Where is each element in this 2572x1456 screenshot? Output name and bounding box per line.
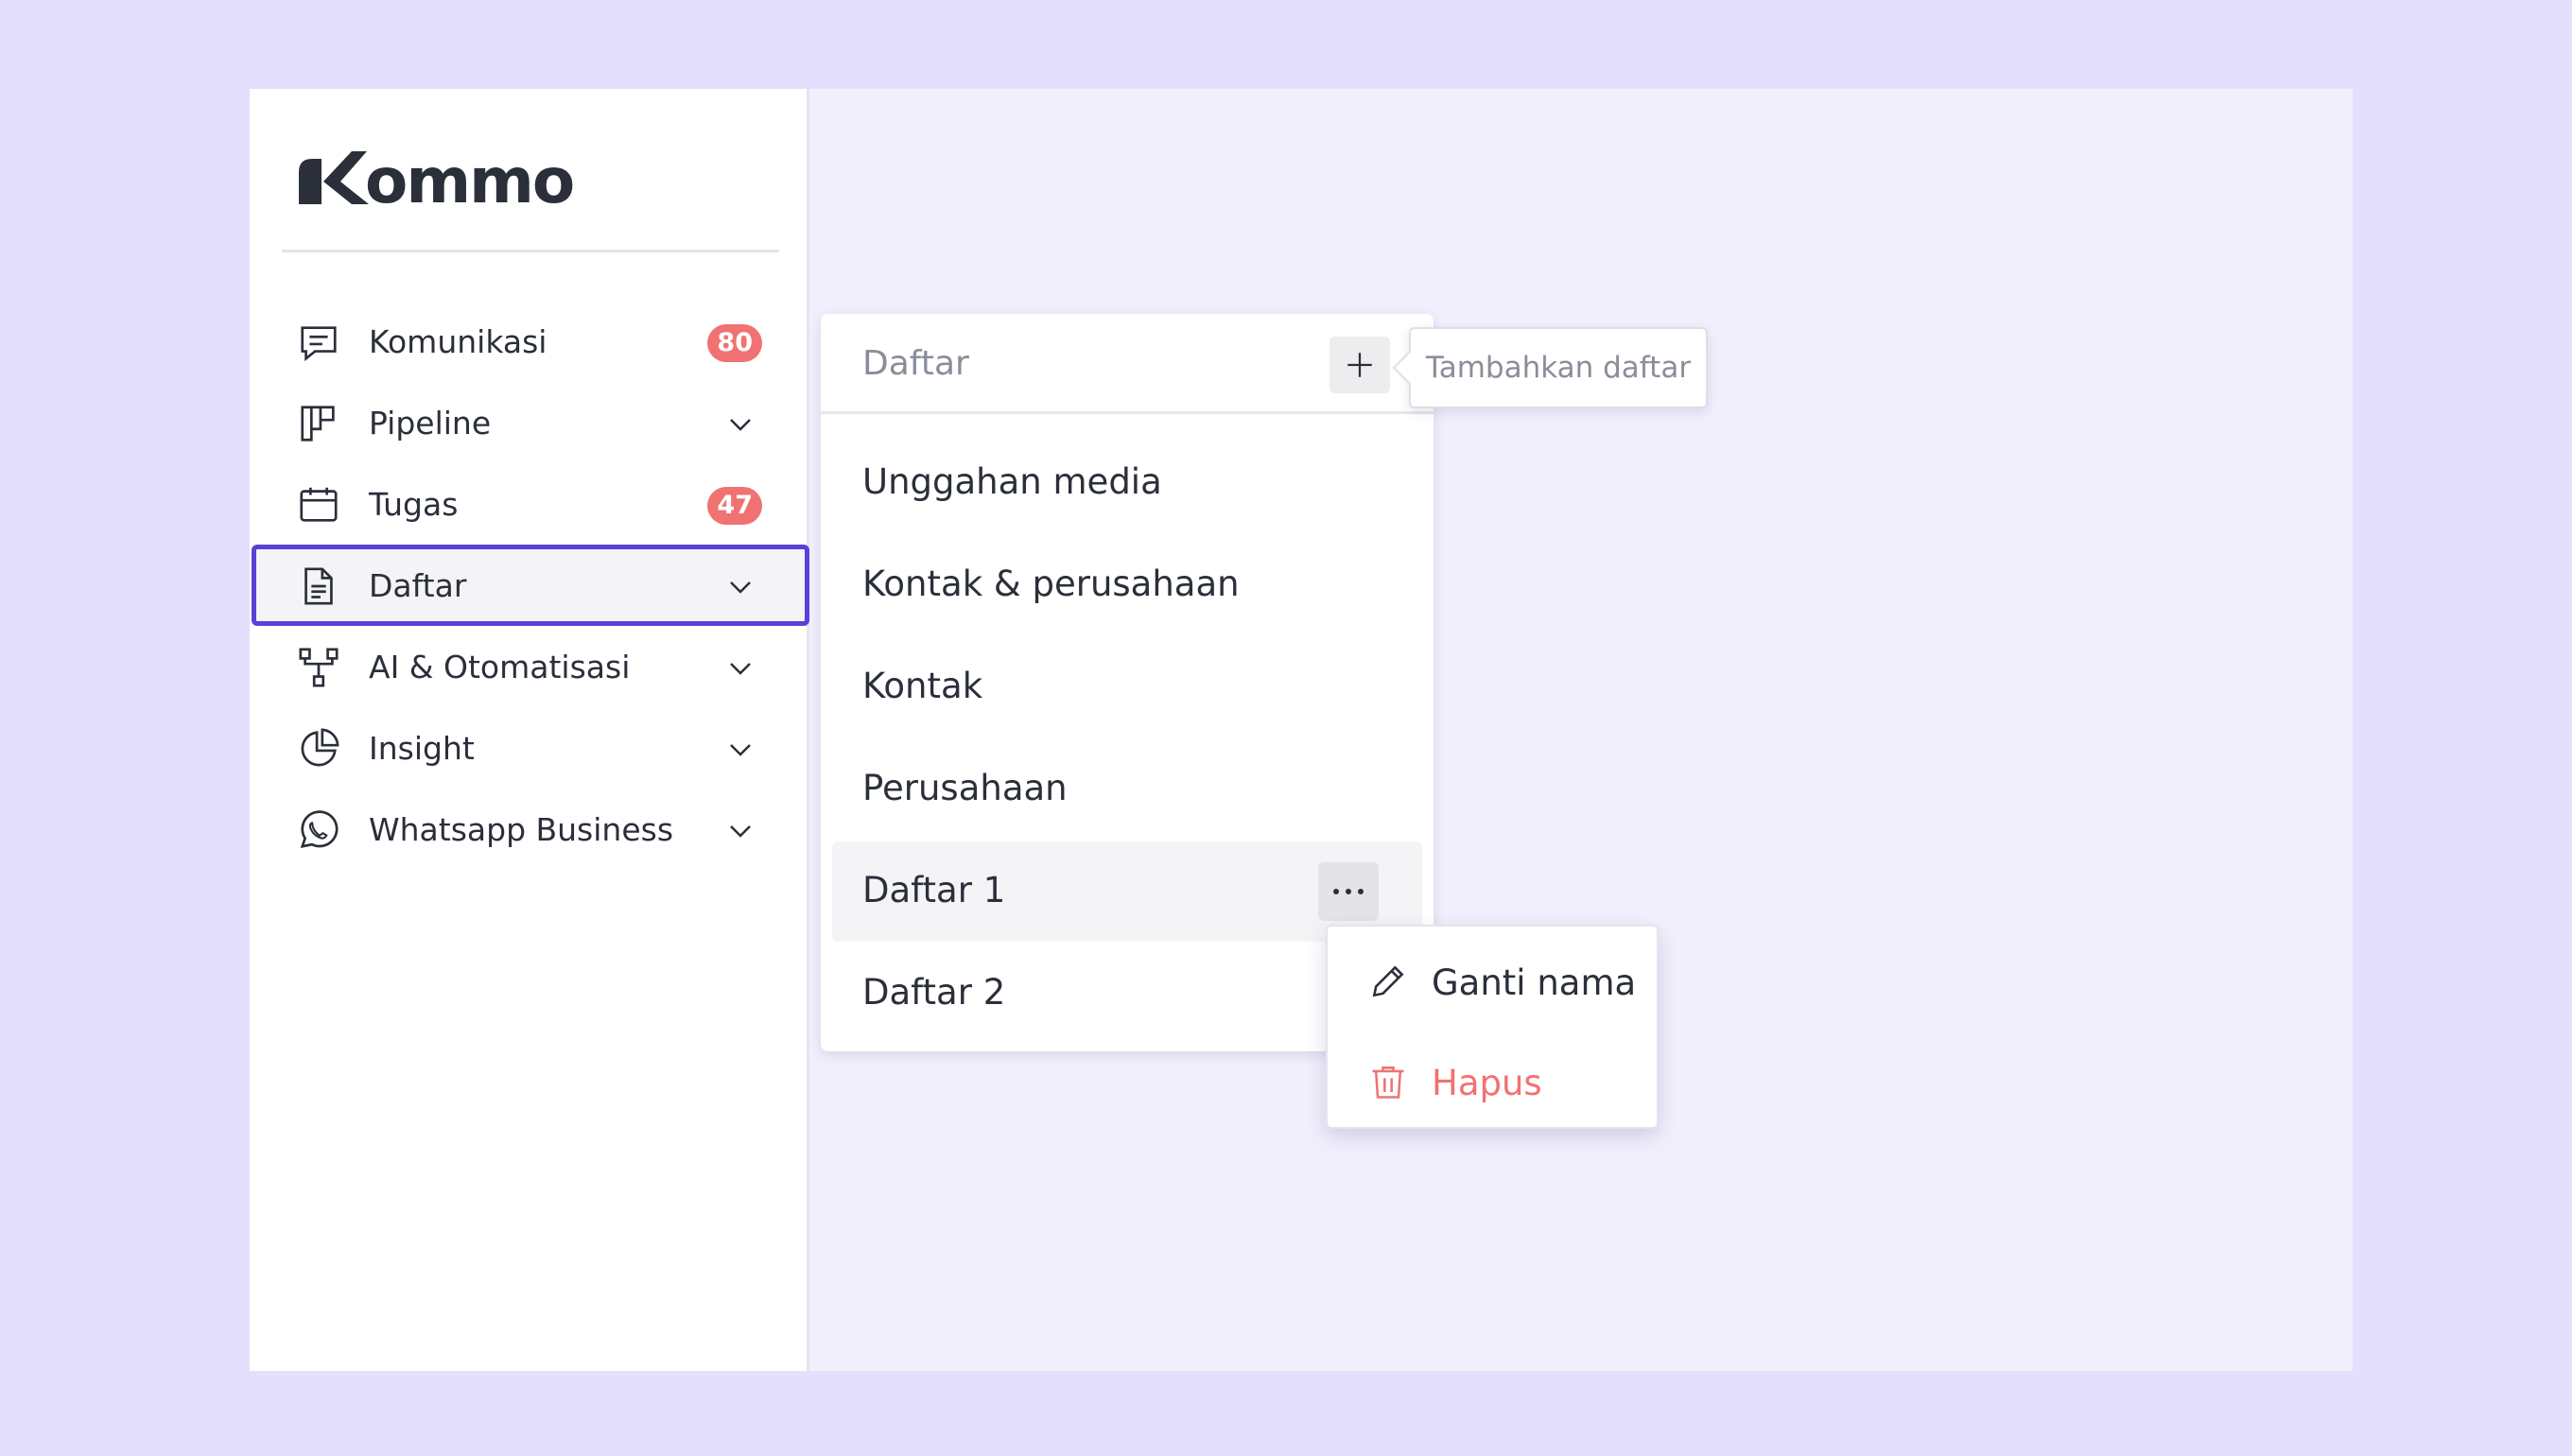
list-item-label: Kontak (862, 666, 983, 706)
delete-menu-item[interactable]: Hapus (1328, 1034, 1660, 1129)
sidebar-nav: Komunikasi 80 Pipeline Tugas 47 Daftar A… (250, 301, 809, 870)
sidebar-item-label: AI & Otomatisasi (369, 648, 631, 685)
sidebar-item-komunikasi[interactable]: Komunikasi 80 (250, 301, 809, 382)
sidebar-item-label: Whatsapp Business (369, 810, 674, 848)
list-item[interactable]: Perusahaan (832, 739, 1422, 840)
list-item-label: Perusahaan (862, 768, 1068, 808)
sidebar-item-insight[interactable]: Insight (250, 707, 809, 789)
unread-count-badge: 80 (707, 324, 762, 362)
pencil-icon (1372, 965, 1404, 997)
sidebar-item-pipeline[interactable]: Pipeline (250, 382, 809, 463)
task-count-badge: 47 (707, 487, 762, 525)
more-options-button[interactable] (1318, 862, 1379, 921)
document-icon (297, 564, 340, 608)
chevron-down-icon[interactable] (726, 736, 755, 764)
list-item[interactable]: Unggahan media (832, 433, 1422, 533)
workflow-icon (297, 646, 340, 689)
calendar-icon (297, 483, 340, 527)
sidebar-item-label: Pipeline (369, 404, 492, 442)
sidebar-item-ai-otomatisasi[interactable]: AI & Otomatisasi (250, 626, 809, 707)
pie-chart-icon (297, 727, 340, 771)
chevron-down-icon[interactable] (726, 573, 755, 601)
list-item-label: Daftar 2 (862, 972, 1006, 1013)
plus-icon (1347, 353, 1372, 377)
rename-label: Ganti nama (1432, 962, 1637, 1003)
chat-icon (297, 321, 340, 364)
chevron-down-icon[interactable] (726, 654, 755, 683)
whatsapp-icon (297, 808, 340, 852)
logo-text: ommo (365, 145, 573, 214)
sidebar-item-label: Insight (369, 729, 475, 767)
tooltip-text: Tambahkan daftar (1425, 351, 1692, 385)
add-list-button[interactable] (1329, 337, 1390, 393)
logo-divider (282, 250, 779, 252)
more-dots-icon (1333, 889, 1364, 894)
list-context-menu: Ganti nama Hapus (1326, 925, 1659, 1129)
pipeline-icon (297, 402, 340, 445)
app-frame: ommo Komunikasi 80 Pipeline Tugas 47 Daf… (250, 89, 2353, 1371)
list-item-label: Daftar 1 (862, 870, 1006, 910)
lists-panel-header: Daftar (821, 314, 1434, 414)
sidebar-item-tugas[interactable]: Tugas 47 (250, 463, 809, 545)
trash-icon (1372, 1066, 1404, 1099)
chevron-down-icon[interactable] (726, 817, 755, 845)
sidebar: ommo Komunikasi 80 Pipeline Tugas 47 Daf… (250, 89, 809, 1371)
sidebar-item-whatsapp-business[interactable]: Whatsapp Business (250, 789, 809, 870)
sidebar-item-label: Tugas (369, 485, 459, 523)
list-item-label: Kontak & perusahaan (862, 563, 1240, 604)
list-item-label: Unggahan media (862, 461, 1162, 502)
add-list-tooltip: Tambahkan daftar (1409, 327, 1708, 408)
sidebar-item-label: Komunikasi (369, 322, 547, 360)
kommo-logo: ommo (299, 145, 575, 214)
rename-menu-item[interactable]: Ganti nama (1328, 934, 1660, 1029)
chevron-down-icon[interactable] (726, 410, 755, 439)
delete-label: Hapus (1432, 1063, 1542, 1103)
list-item[interactable]: Kontak & perusahaan (832, 535, 1422, 635)
lists-panel-title: Daftar (862, 344, 969, 383)
sidebar-item-label: Daftar (369, 566, 467, 604)
sidebar-item-daftar[interactable]: Daftar (250, 545, 809, 626)
list-item[interactable]: Kontak (832, 637, 1422, 737)
